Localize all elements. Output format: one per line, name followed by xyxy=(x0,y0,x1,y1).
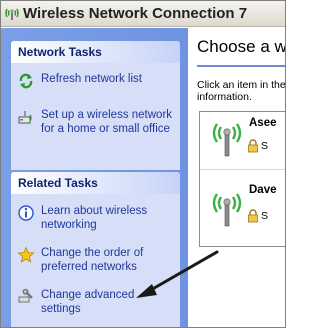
title-divider xyxy=(197,65,285,67)
info-line-2: information. xyxy=(197,91,252,103)
network-item-1[interactable]: Asee S xyxy=(200,112,285,170)
security-label: S xyxy=(261,210,269,222)
main-content: Choose a w Click an item in the informat… xyxy=(188,28,286,327)
lock-icon xyxy=(248,209,258,223)
wireless-signal-icon xyxy=(212,193,242,227)
lock-icon xyxy=(248,139,258,153)
change-advanced-settings-link[interactable]: Change advanced settings xyxy=(17,288,176,316)
info-icon xyxy=(18,205,34,221)
learn-wireless-link[interactable]: Learn about wireless networking xyxy=(17,204,176,232)
network-tasks-group: Network Tasks Refresh network list Set u… xyxy=(11,41,180,170)
refresh-network-list-label: Refresh network list xyxy=(41,73,142,85)
page-title: Choose a w xyxy=(197,37,286,56)
change-order-link[interactable]: Change the order of preferred networks xyxy=(17,246,176,274)
learn-wireless-label: Learn about wireless networking xyxy=(41,205,148,231)
setup-network-icon xyxy=(18,111,32,124)
related-tasks-body: Learn about wireless networking Change t… xyxy=(11,194,180,327)
refresh-network-list-link[interactable]: Refresh network list xyxy=(17,72,176,90)
refresh-icon xyxy=(19,73,33,89)
info-text: Click an item in the information. xyxy=(197,79,286,103)
security-indicator: S xyxy=(247,139,285,153)
title-bar[interactable]: Wireless Network Connection 7 xyxy=(1,1,285,27)
network-name: Dave xyxy=(249,184,277,196)
window: Wireless Network Connection 7 Network Ta… xyxy=(0,0,286,328)
network-divider xyxy=(200,169,285,170)
network-item-2[interactable]: Dave S xyxy=(200,182,285,238)
star-icon xyxy=(17,246,35,263)
network-list[interactable]: Asee S Dave S xyxy=(199,111,285,247)
info-line-1: Click an item in the xyxy=(197,79,286,91)
network-tasks-body: Refresh network list Set up a wireless n… xyxy=(11,63,180,152)
network-name: Asee xyxy=(249,117,277,129)
change-order-label: Change the order of preferred networks xyxy=(41,247,144,273)
setup-wireless-network-label: Set up a wireless network for a home or … xyxy=(41,109,173,135)
security-label: S xyxy=(261,140,269,152)
wrench-settings-icon xyxy=(18,288,33,303)
task-pane: Network Tasks Refresh network list Set u… xyxy=(1,28,188,327)
setup-wireless-network-link[interactable]: Set up a wireless network for a home or … xyxy=(17,108,176,136)
security-indicator: S xyxy=(247,209,285,223)
wireless-signal-icon xyxy=(212,123,242,157)
wireless-connection-icon xyxy=(5,8,19,20)
related-tasks-header[interactable]: Related Tasks xyxy=(11,172,180,194)
related-tasks-group: Related Tasks Learn about wireless netwo… xyxy=(11,172,180,327)
window-title: Wireless Network Connection 7 xyxy=(23,5,248,22)
network-tasks-header[interactable]: Network Tasks xyxy=(11,41,180,63)
change-advanced-settings-label: Change advanced settings xyxy=(41,289,135,315)
